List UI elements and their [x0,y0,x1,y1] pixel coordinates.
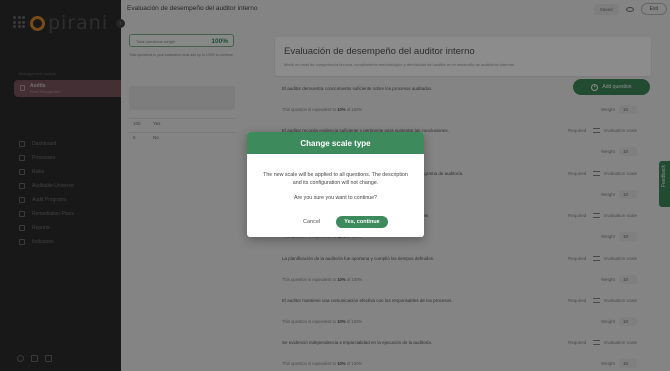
modal-question: Are you sure you want to continue? [293,195,378,201]
change-scale-modal: Change scale type The new scale will be … [247,132,424,237]
modal-body: The new scale will be applied to all que… [247,154,424,202]
modal-message: The new scale will be applied to all que… [263,172,408,186]
modal-title: Change scale type [247,132,424,154]
confirm-button[interactable]: Yes, continue [336,216,388,228]
cancel-button[interactable]: Cancel [303,219,320,225]
